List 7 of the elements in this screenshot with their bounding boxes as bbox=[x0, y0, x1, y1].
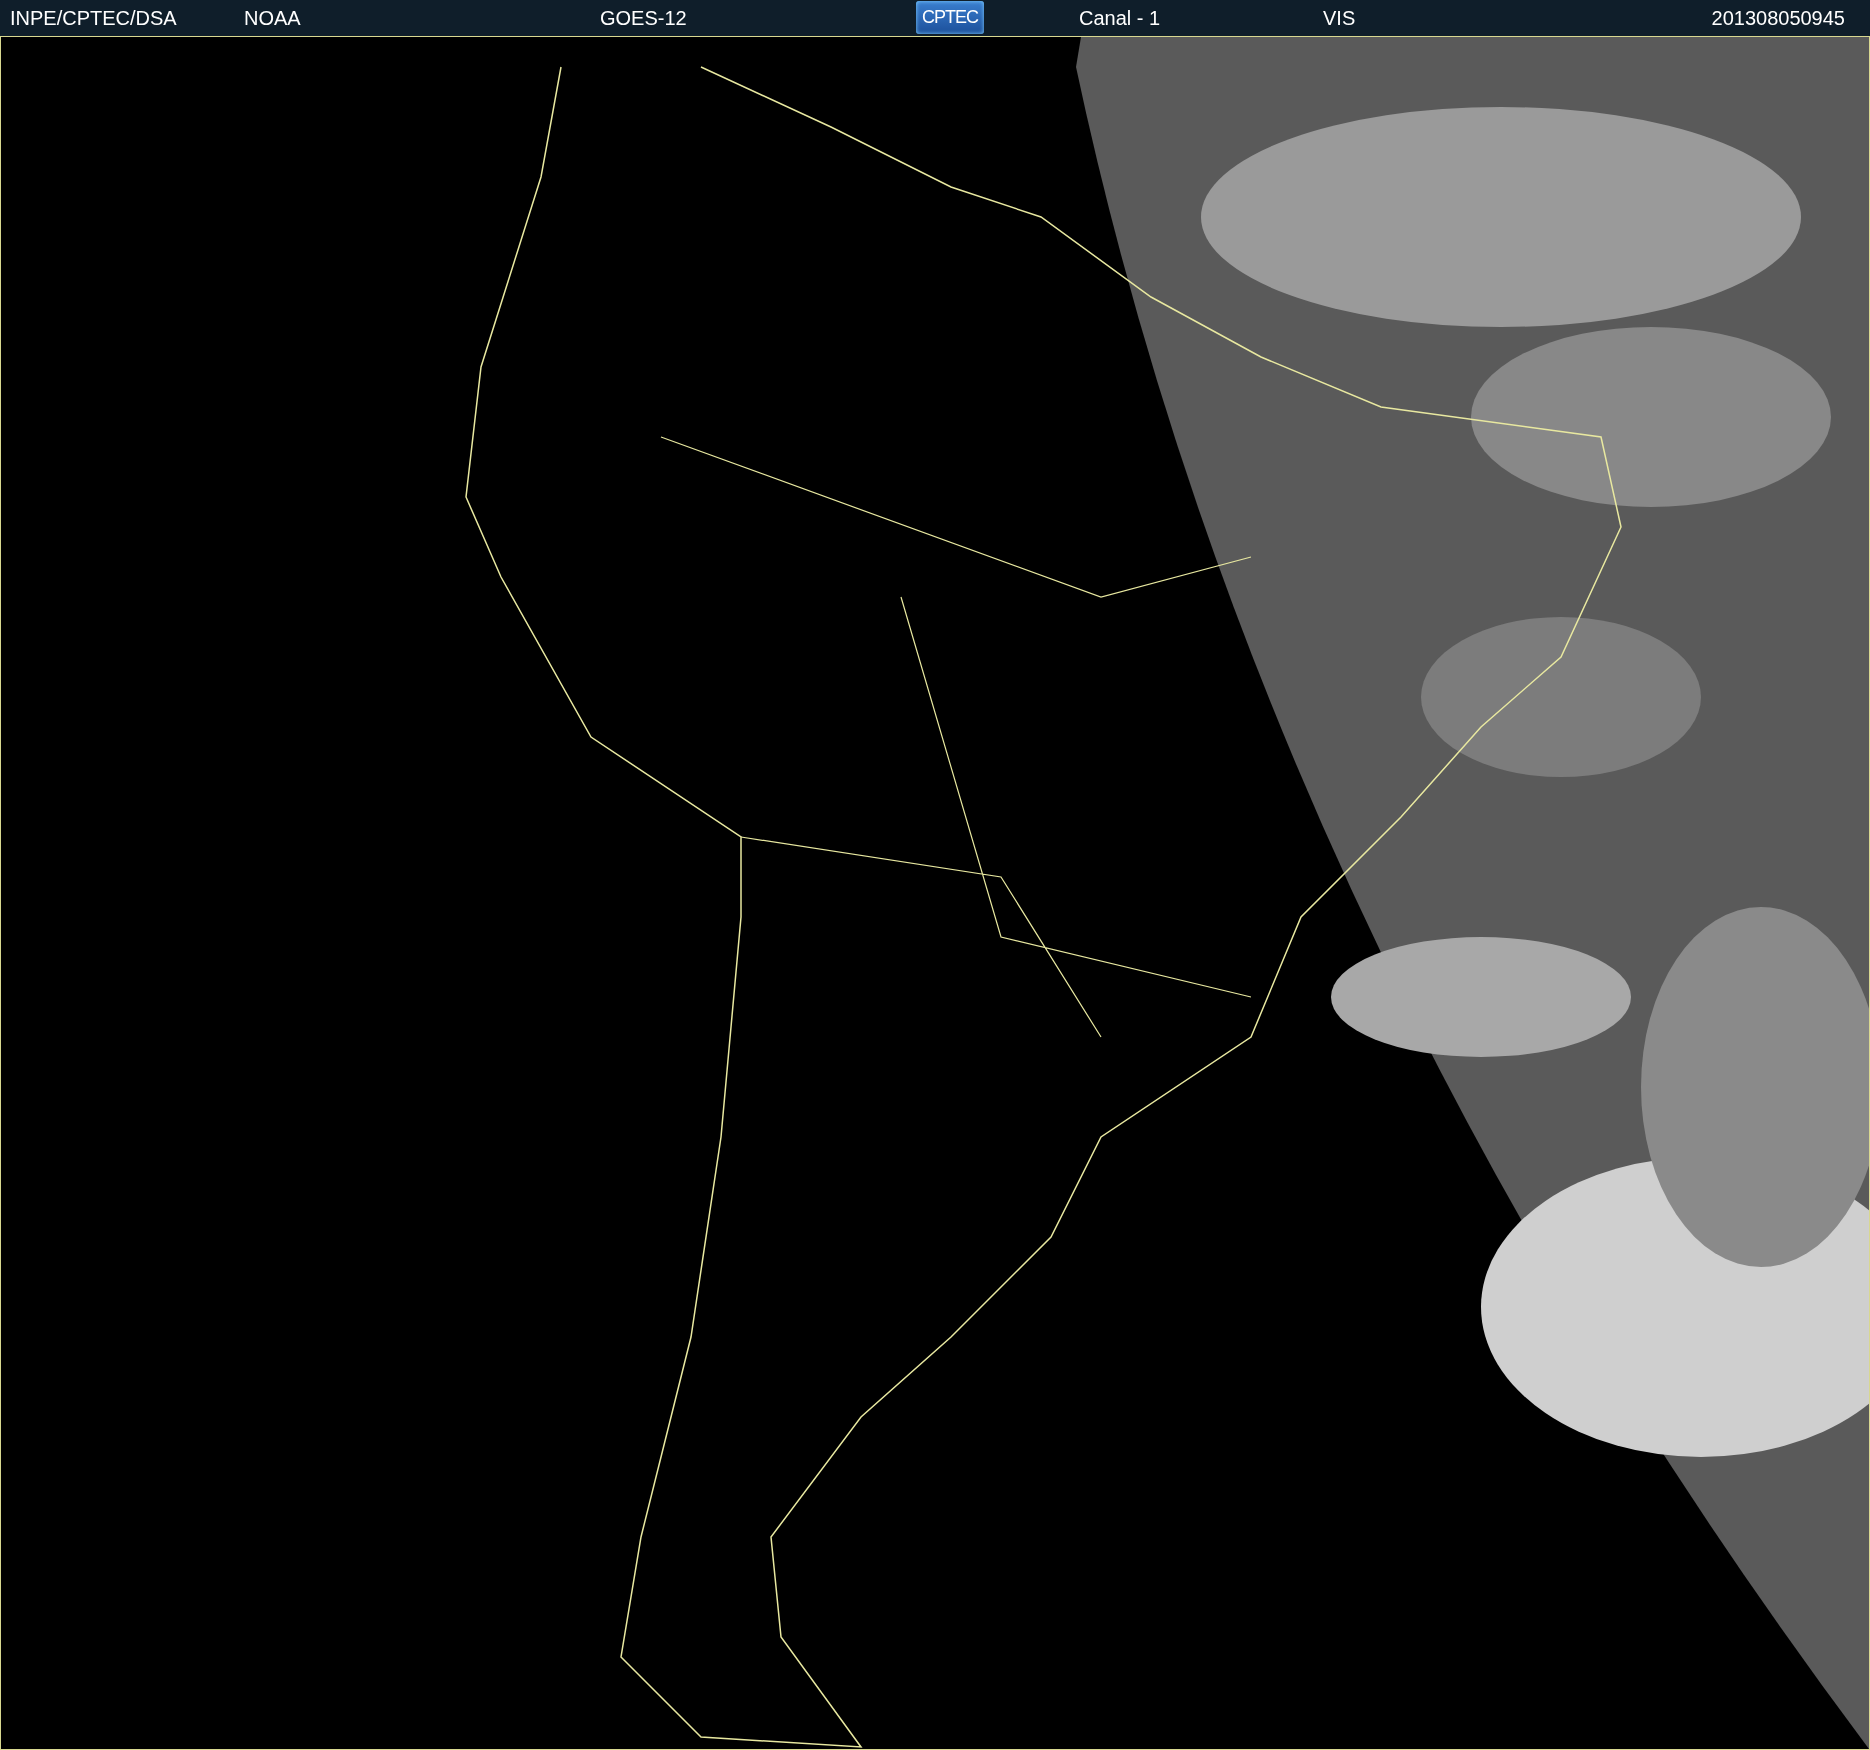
header-label: Canal - 1 bbox=[1079, 7, 1161, 29]
header-label: NOAA bbox=[244, 7, 301, 29]
header-label: INPE/CPTEC/DSA bbox=[10, 7, 177, 29]
logo: CPTEC bbox=[916, 1, 984, 34]
header-label: 201308050945 bbox=[1711, 7, 1845, 29]
header-label: VIS bbox=[1323, 7, 1356, 29]
header-label: GOES-12 bbox=[600, 7, 687, 29]
